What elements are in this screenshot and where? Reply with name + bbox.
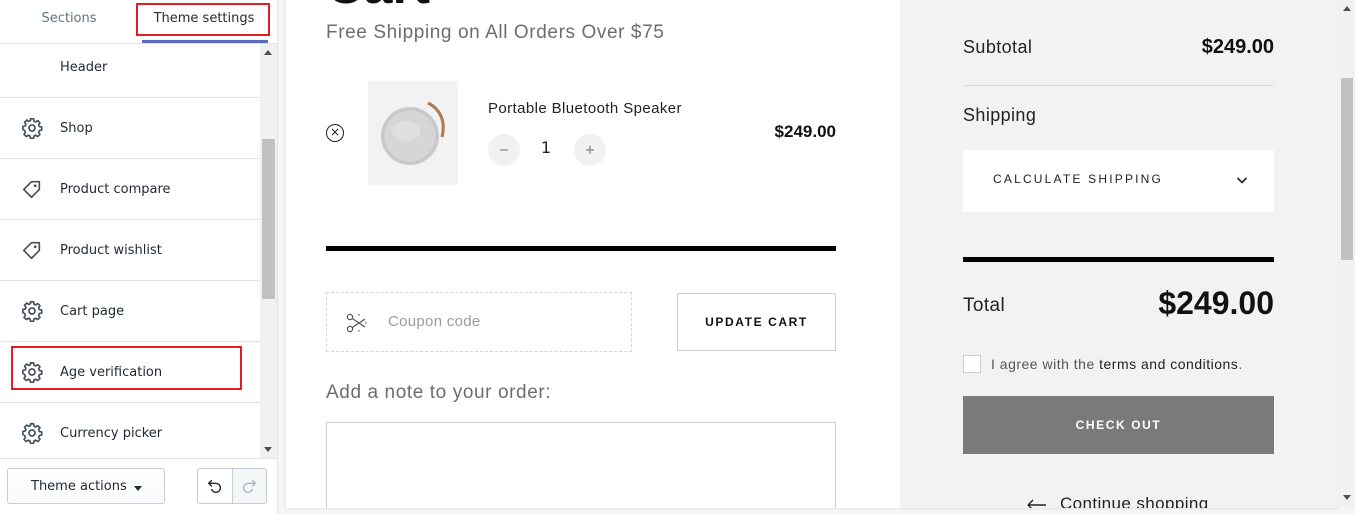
quantity-value[interactable]: 1 bbox=[536, 138, 556, 157]
terms-prefix: I agree with the bbox=[991, 356, 1095, 372]
editor-footer: Theme actions bbox=[0, 458, 277, 514]
undo-icon bbox=[207, 479, 222, 494]
settings-item-label: Age verification bbox=[60, 364, 163, 380]
settings-scrollbar[interactable] bbox=[260, 44, 277, 458]
order-note-textarea[interactable] bbox=[326, 422, 836, 508]
scroll-down-arrow-icon[interactable] bbox=[1343, 495, 1351, 500]
order-summary: Subtotal $249.00 Shipping CALCULATE SHIP… bbox=[900, 0, 1339, 508]
editor-sidebar: Sections Theme settings Header Shop Prod… bbox=[0, 0, 278, 514]
settings-item-label: Header bbox=[60, 59, 108, 75]
active-tab-indicator bbox=[142, 40, 268, 43]
settings-item-shop[interactable]: Shop bbox=[0, 98, 260, 159]
terms-link[interactable]: terms and conditions bbox=[1099, 356, 1238, 372]
theme-actions-button[interactable]: Theme actions bbox=[7, 468, 165, 504]
calculate-shipping-label: CALCULATE SHIPPING bbox=[993, 172, 1164, 186]
gear-icon bbox=[22, 423, 43, 444]
settings-item-header[interactable]: Header bbox=[0, 44, 260, 98]
continue-shopping-link[interactable]: Continue shopping bbox=[1060, 494, 1209, 508]
product-name-link[interactable]: Portable Bluetooth Speaker bbox=[488, 100, 682, 117]
total-value: $249.00 bbox=[1158, 285, 1274, 321]
free-shipping-banner: Free Shipping on All Orders Over $75 bbox=[326, 22, 665, 43]
undo-redo-group bbox=[197, 468, 267, 504]
coupon-code-input[interactable]: Coupon code bbox=[326, 292, 632, 352]
settings-item-currency-picker[interactable]: Currency picker bbox=[0, 403, 260, 458]
settings-item-label: Currency picker bbox=[60, 425, 163, 441]
summary-thick-divider bbox=[963, 257, 1274, 262]
scrollbar-thumb[interactable] bbox=[1341, 78, 1353, 260]
theme-actions-label: Theme actions bbox=[31, 478, 127, 494]
scroll-down-arrow-icon[interactable] bbox=[264, 447, 272, 452]
settings-item-product-compare[interactable]: Product compare bbox=[0, 159, 260, 220]
remove-item-button[interactable]: × bbox=[326, 124, 344, 142]
arrow-left-icon bbox=[1027, 499, 1046, 508]
terms-checkbox[interactable] bbox=[963, 355, 981, 373]
scissors-icon bbox=[346, 313, 367, 333]
settings-item-cart-page[interactable]: Cart page bbox=[0, 281, 260, 342]
settings-item-label: Shop bbox=[60, 120, 93, 136]
terms-suffix: . bbox=[1238, 356, 1243, 372]
tab-sections[interactable]: Sections bbox=[0, 0, 138, 44]
page-title: Cart bbox=[326, 0, 430, 16]
summary-divider bbox=[963, 85, 1274, 86]
quantity-increase-button[interactable]: + bbox=[574, 134, 606, 166]
gear-icon bbox=[22, 301, 43, 322]
update-cart-button[interactable]: UPDATE CART bbox=[677, 293, 836, 351]
editor-tabs: Sections Theme settings bbox=[0, 0, 277, 44]
total-label: Total bbox=[963, 295, 1006, 316]
undo-button[interactable] bbox=[198, 469, 232, 503]
tag-icon bbox=[22, 241, 41, 260]
settings-list: Header Shop Product compare Product wish… bbox=[0, 44, 260, 458]
settings-item-product-wishlist[interactable]: Product wishlist bbox=[0, 220, 260, 281]
checkout-button[interactable]: CHECK OUT bbox=[963, 396, 1274, 454]
calculate-shipping-dropdown[interactable]: CALCULATE SHIPPING bbox=[963, 150, 1274, 212]
tab-theme-settings[interactable]: Theme settings bbox=[138, 0, 270, 44]
line-item-price: $249.00 bbox=[774, 122, 836, 141]
gear-icon bbox=[22, 118, 43, 139]
scroll-up-arrow-icon[interactable] bbox=[1343, 6, 1351, 11]
storefront-preview: Cart Free Shipping on All Orders Over $7… bbox=[286, 0, 1339, 508]
scrollbar-thumb[interactable] bbox=[262, 139, 275, 299]
settings-item-label: Product wishlist bbox=[60, 242, 162, 258]
settings-item-label: Cart page bbox=[60, 303, 125, 319]
shipping-label: Shipping bbox=[963, 105, 1037, 125]
theme-editor-window: Sections Theme settings Header Shop Prod… bbox=[0, 0, 1355, 514]
subtotal-value: $249.00 bbox=[1201, 36, 1274, 58]
settings-item-label: Product compare bbox=[60, 181, 171, 197]
scroll-up-arrow-icon[interactable] bbox=[264, 50, 272, 55]
speaker-image bbox=[368, 81, 458, 185]
chevron-down-icon bbox=[1236, 177, 1248, 184]
coupon-placeholder: Coupon code bbox=[388, 313, 481, 330]
preview-scrollbar[interactable] bbox=[1339, 0, 1355, 508]
tag-icon bbox=[22, 180, 41, 199]
order-note-label: Add a note to your order: bbox=[326, 382, 552, 403]
gear-icon bbox=[22, 362, 43, 383]
product-image[interactable] bbox=[368, 81, 458, 185]
divider bbox=[326, 246, 836, 251]
subtotal-label: Subtotal bbox=[963, 37, 1033, 57]
quantity-decrease-button[interactable]: − bbox=[488, 134, 520, 166]
redo-button[interactable] bbox=[231, 469, 266, 503]
caret-down-icon bbox=[134, 486, 142, 491]
terms-agreement-text: I agree with the terms and conditions. bbox=[991, 356, 1243, 372]
settings-item-age-verification[interactable]: Age verification bbox=[0, 342, 260, 403]
redo-icon bbox=[243, 479, 257, 494]
